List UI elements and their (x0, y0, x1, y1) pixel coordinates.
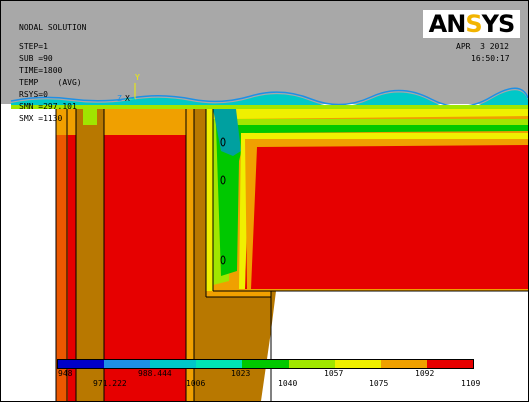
contour-plot (1, 1, 528, 401)
ansys-plot-window: NODAL SOLUTION STEP=1 SUB =90 TIME=1800 … (0, 0, 529, 402)
boundary-band-green (11, 105, 528, 109)
legend-label: 971.222 (93, 379, 127, 388)
legend-label: 1057 (324, 369, 344, 378)
smx-value: SMX =1130 (19, 114, 63, 123)
time-value: TIME=1800 (19, 66, 63, 75)
smn-value: SMN =297.101 (19, 102, 77, 111)
date-stamp: APR 3 2012 (456, 42, 509, 51)
legend-label: 988.444 (138, 369, 172, 378)
right-hot-region (245, 141, 528, 289)
lower-right-empty (276, 297, 528, 401)
time-stamp: 16:50:17 (471, 54, 510, 63)
logo-text-accent: S (465, 10, 482, 38)
ledge-band (206, 291, 271, 297)
triad-z-label: Z (117, 94, 122, 103)
legend-label: 1040 (278, 379, 298, 388)
left-brown-column (76, 109, 104, 401)
ansys-logo: AN S YS (423, 10, 520, 38)
plot-title: NODAL SOLUTION (19, 23, 87, 32)
sub-value: SUB =90 (19, 54, 53, 63)
logo-text-1: AN (428, 10, 467, 38)
lower-brown-region (194, 291, 276, 401)
legend-label: 1006 (186, 379, 206, 388)
step-value: STEP=1 (19, 42, 48, 51)
temp-label: TEMP (AVG) (19, 78, 82, 87)
mid-strip (186, 109, 194, 401)
legend-label: 1075 (369, 379, 389, 388)
legend-label: 1109 (461, 379, 481, 388)
rsys-value: RSYS=0 (19, 90, 48, 99)
legend-label: 1092 (415, 369, 435, 378)
left-edge-band (56, 109, 68, 401)
triad-x-label: X (125, 94, 130, 103)
legend-frame (57, 359, 474, 369)
logo-text-2: YS (481, 10, 516, 38)
left-margin (1, 109, 56, 401)
triad-y-label: Y (135, 73, 140, 82)
legend-label: 948 (58, 369, 73, 378)
left-column-cap (83, 109, 97, 125)
legend-label: 1023 (231, 369, 251, 378)
